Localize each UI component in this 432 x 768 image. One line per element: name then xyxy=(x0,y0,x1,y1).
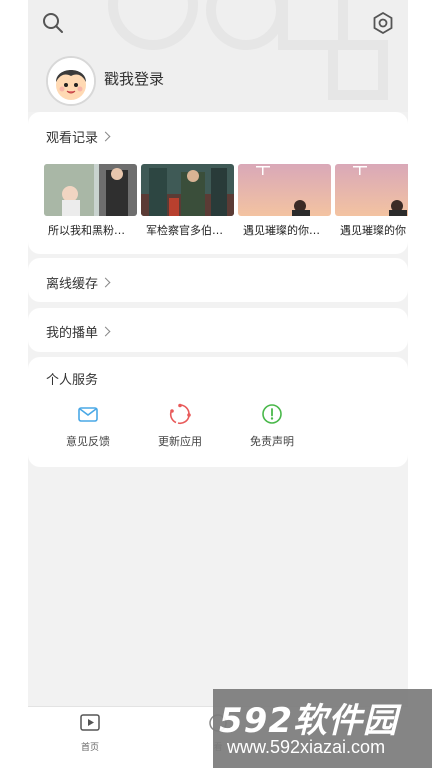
video-title: 所以我和黑粉… xyxy=(48,224,125,237)
avatar[interactable] xyxy=(46,56,96,106)
playlist-title: 我的播单 xyxy=(46,326,99,341)
avatar-face-icon xyxy=(48,58,94,104)
playlist-card[interactable]: 我的播单 xyxy=(28,308,408,352)
play-icon xyxy=(80,714,100,731)
watermark-logo: 592软件园 xyxy=(219,701,398,741)
offline-header: 离线缓存 xyxy=(46,273,111,292)
refresh-icon xyxy=(169,403,191,425)
video-thumbnail xyxy=(141,164,234,216)
video-title: 军检察官多伯… xyxy=(146,224,223,237)
alert-icon xyxy=(262,404,282,424)
header-pattern xyxy=(206,0,286,50)
video-thumbnail xyxy=(44,164,137,216)
services-card: 个人服务 意见反馈 更新应用 免责声明 xyxy=(28,357,408,467)
watermark-url: www.592xiazai.com xyxy=(227,737,386,757)
header-pattern xyxy=(108,0,198,50)
video-thumbnail xyxy=(335,164,408,216)
mail-icon xyxy=(78,407,98,422)
search-button[interactable] xyxy=(40,10,66,36)
video-thumbnail xyxy=(238,164,331,216)
chevron-right-icon xyxy=(100,277,111,288)
search-icon xyxy=(43,13,63,33)
login-link[interactable]: 戳我登录 xyxy=(104,68,164,89)
feedback-label: 意见反馈 xyxy=(66,435,110,448)
tab-home-label: 首页 xyxy=(80,743,99,753)
update-label: 更新应用 xyxy=(158,435,202,448)
chevron-right-icon xyxy=(100,326,111,337)
history-list: 所以我和黑粉… 军检察官多伯… 遇见璀璨的你… 遇见璀璨的你 xyxy=(44,164,408,244)
history-title: 观看记录 xyxy=(46,131,99,146)
tab-home[interactable]: 首页 xyxy=(60,713,120,753)
playlist-header: 我的播单 xyxy=(46,322,111,341)
services-title: 个人服务 xyxy=(46,373,99,388)
history-header[interactable]: 观看记录 xyxy=(46,127,111,146)
update-button[interactable]: 更新应用 xyxy=(140,403,220,449)
screen: 戳我登录 观看记录 所以我和黑粉… 军检察官多伯… 遇见璀璨的你… 遇见璀璨的你… xyxy=(0,0,432,768)
disclaimer-button[interactable]: 免责声明 xyxy=(232,403,312,449)
video-title: 遇见璀璨的你… xyxy=(243,224,320,237)
chevron-right-icon xyxy=(100,131,111,142)
feedback-button[interactable]: 意见反馈 xyxy=(48,403,128,449)
watermark: 592软件园 www.592xiazai.com xyxy=(213,689,432,768)
offline-card[interactable]: 离线缓存 xyxy=(28,258,408,302)
settings-icon xyxy=(373,11,393,35)
offline-title: 离线缓存 xyxy=(46,277,99,292)
settings-button[interactable] xyxy=(370,10,396,36)
profile-header: 戳我登录 xyxy=(28,0,408,112)
app-view: 戳我登录 观看记录 所以我和黑粉… 军检察官多伯… 遇见璀璨的你… 遇见璀璨的你… xyxy=(28,0,408,768)
disclaimer-label: 免责声明 xyxy=(250,435,294,448)
header-pattern xyxy=(328,40,388,100)
video-title: 遇见璀璨的你 xyxy=(340,224,406,237)
history-card: 观看记录 所以我和黑粉… 军检察官多伯… 遇见璀璨的你… 遇见璀璨的你 xyxy=(28,112,408,254)
